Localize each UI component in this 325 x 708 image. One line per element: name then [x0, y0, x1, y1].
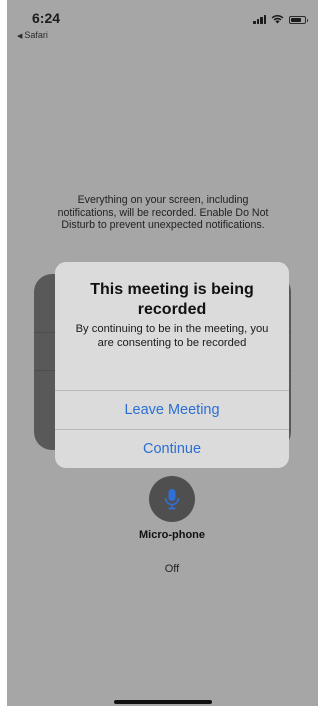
microphone-icon: [164, 489, 180, 510]
back-to-app-link[interactable]: ◀ Safari: [17, 30, 48, 40]
leave-meeting-button[interactable]: Leave Meeting: [55, 391, 289, 429]
continue-button[interactable]: Continue: [55, 430, 289, 468]
back-arrow-icon: ◀: [17, 33, 23, 40]
wifi-icon: [271, 14, 284, 24]
home-indicator[interactable]: [114, 700, 212, 704]
screen: 6:24 ◀ Safari Everything on your screen, …: [7, 0, 318, 706]
microphone-button[interactable]: [149, 476, 195, 522]
status-bar: 6:24 ◀ Safari: [7, 0, 318, 46]
recording-alert-dialog: This meeting is being recorded By contin…: [55, 262, 289, 468]
cellular-signal-icon: [253, 15, 266, 24]
alert-title: This meeting is being recorded: [90, 281, 254, 318]
back-app-label: Safari: [24, 30, 48, 40]
battery-icon: [289, 16, 308, 24]
microphone-state: Off: [164, 563, 180, 575]
status-icons: [253, 14, 308, 24]
recording-notice: Everything on your screen, including not…: [57, 194, 269, 231]
status-time: 6:24: [32, 10, 61, 26]
alert-message: By continuing to be in the meeting, you …: [75, 323, 269, 349]
microphone-label: Micro-phone: [139, 529, 205, 541]
